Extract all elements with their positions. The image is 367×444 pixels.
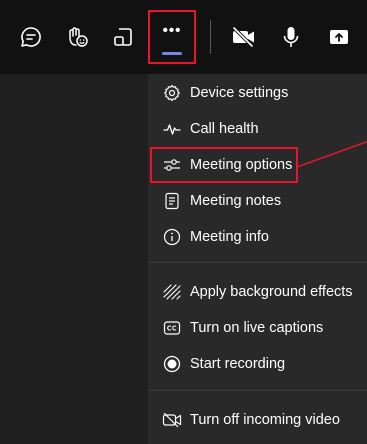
view-button[interactable] <box>106 20 140 54</box>
react-button[interactable] <box>60 20 94 54</box>
menu-item-label: Apply background effects <box>190 284 353 300</box>
record-icon <box>162 354 182 374</box>
menu-item-start-recording[interactable]: Start recording <box>148 346 367 382</box>
background-effects-icon <box>162 282 182 302</box>
menu-item-label: Turn on live captions <box>190 320 324 336</box>
more-options-menu: Device settings Call health Meeting opti… <box>148 74 367 444</box>
toolbar-divider <box>210 20 211 54</box>
gear-icon <box>162 83 182 103</box>
pulse-icon <box>162 119 182 139</box>
menu-item-label: Meeting info <box>190 229 269 245</box>
share-button[interactable] <box>322 20 356 54</box>
camera-button[interactable] <box>227 20 261 54</box>
menu-item-live-captions[interactable]: Turn on live captions <box>148 310 367 346</box>
more-options-icon: ••• <box>162 22 182 39</box>
menu-item-turn-off-incoming-video[interactable]: Turn off incoming video <box>148 402 367 438</box>
meeting-toolbar: ••• <box>0 0 367 74</box>
annotation-highlight-box <box>150 147 298 183</box>
raise-hand-icon <box>69 27 88 47</box>
chat-button[interactable] <box>14 20 48 54</box>
notes-icon <box>162 191 182 211</box>
camera-off-icon <box>232 26 254 48</box>
menu-item-label: Call health <box>190 121 259 137</box>
menu-item-meeting-info[interactable]: Meeting info <box>148 219 367 255</box>
microphone-button[interactable] <box>274 20 308 54</box>
view-icon <box>114 28 132 46</box>
video-off-icon <box>162 410 182 430</box>
captions-icon <box>162 318 182 338</box>
menu-item-label: Meeting notes <box>190 193 282 209</box>
menu-divider <box>148 262 367 263</box>
menu-item-label: Device settings <box>190 85 289 101</box>
menu-divider <box>148 390 367 391</box>
annotation-pointer-line <box>297 140 367 168</box>
microphone-icon <box>283 27 299 47</box>
menu-item-label: Turn off incoming video <box>190 412 340 428</box>
menu-item-label: Start recording <box>190 356 286 372</box>
active-indicator <box>162 52 182 55</box>
menu-item-meeting-notes[interactable]: Meeting notes <box>148 183 367 219</box>
chat-icon <box>21 27 41 47</box>
more-options-button[interactable]: ••• <box>148 10 196 64</box>
info-icon <box>162 227 182 247</box>
menu-item-apply-background-effects[interactable]: Apply background effects <box>148 274 367 310</box>
menu-item-device-settings[interactable]: Device settings <box>148 75 367 111</box>
share-icon <box>330 30 348 44</box>
